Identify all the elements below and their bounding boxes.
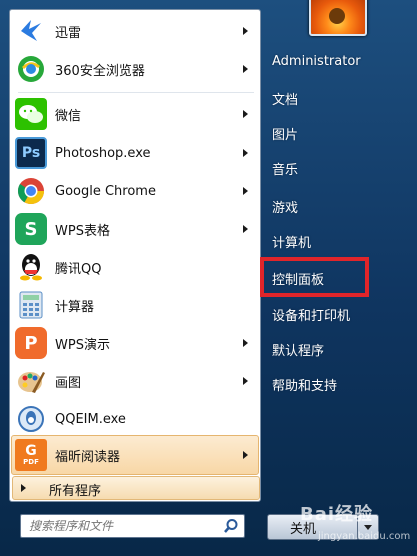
program-label: WPS演示: [55, 337, 110, 353]
submenu-arrow-icon[interactable]: [243, 65, 248, 73]
program-label: 微信: [55, 108, 82, 124]
program-item-wps-sheet[interactable]: S WPS表格: [12, 210, 258, 248]
watermark-logo: Bai经验: [300, 504, 374, 525]
submenu-arrow-icon[interactable]: [243, 110, 248, 118]
watermark-url: jingyan.baidu.com: [318, 531, 411, 542]
program-item-chrome[interactable]: Google Chrome: [12, 172, 258, 210]
all-programs-button[interactable]: 所有程序: [12, 476, 260, 500]
wechat-icon: [15, 98, 47, 130]
submenu-arrow-icon[interactable]: [243, 451, 248, 459]
search-icon[interactable]: [223, 518, 239, 534]
submenu-arrow-icon[interactable]: [243, 377, 248, 385]
program-item-qq[interactable]: 腾讯QQ: [12, 248, 258, 286]
link-documents[interactable]: 文档: [272, 89, 298, 108]
link-pictures[interactable]: 图片: [272, 124, 298, 143]
search-input[interactable]: [27, 517, 216, 535]
submenu-arrow-icon[interactable]: [243, 225, 248, 233]
program-item-360-browser[interactable]: 360安全浏览器: [12, 50, 258, 88]
program-label: Google Chrome: [55, 183, 156, 199]
360-browser-icon: [15, 53, 47, 85]
start-menu: 迅雷 360安全浏览器 微信 Ps Photoshop.exe Google C…: [0, 0, 417, 556]
program-item-photoshop[interactable]: Ps Photoshop.exe: [12, 134, 258, 172]
link-music[interactable]: 音乐: [272, 159, 298, 178]
photoshop-icon: Ps: [15, 137, 47, 169]
qq-icon: [15, 251, 47, 283]
program-label: 360安全浏览器: [55, 63, 145, 79]
divider: [18, 92, 254, 93]
qqeim-icon: [15, 403, 47, 435]
link-help-support[interactable]: 帮助和支持: [272, 375, 337, 394]
program-label: 画图: [55, 375, 82, 391]
program-item-foxit-reader[interactable]: G PDF 福昕阅读器: [11, 435, 259, 475]
search-box[interactable]: [20, 514, 245, 538]
program-item-wechat[interactable]: 微信: [12, 95, 258, 133]
programs-pane: 迅雷 360安全浏览器 微信 Ps Photoshop.exe Google C…: [9, 9, 261, 502]
paint-icon: [15, 365, 47, 397]
calculator-icon: [15, 289, 47, 321]
link-devices-printers[interactable]: 设备和打印机: [272, 305, 350, 324]
program-item-paint[interactable]: 画图: [12, 362, 258, 400]
wps-presentation-icon: P: [15, 327, 47, 359]
program-label: 迅雷: [55, 25, 82, 41]
program-label: 福昕阅读器: [55, 449, 121, 465]
program-label: 计算器: [55, 299, 95, 315]
link-games[interactable]: 游戏: [272, 197, 298, 216]
program-label: Photoshop.exe: [55, 145, 151, 161]
program-item-calculator[interactable]: 计算器: [12, 286, 258, 324]
link-default-programs[interactable]: 默认程序: [272, 340, 324, 359]
program-item-qqeim[interactable]: QQEIM.exe: [12, 400, 258, 438]
submenu-arrow-icon[interactable]: [243, 149, 248, 157]
all-programs-label: 所有程序: [49, 484, 102, 499]
submenu-arrow-icon[interactable]: [243, 187, 248, 195]
program-item-xunlei[interactable]: 迅雷: [12, 12, 258, 50]
icon-text: PDF: [23, 457, 39, 466]
user-name-link[interactable]: Administrator: [272, 54, 361, 69]
submenu-arrow-icon[interactable]: [243, 27, 248, 35]
foxit-reader-icon: G PDF: [15, 439, 47, 471]
user-avatar[interactable]: [309, 0, 367, 36]
wps-sheet-icon: S: [15, 213, 47, 245]
program-label: WPS表格: [55, 223, 110, 239]
program-label: 腾讯QQ: [55, 261, 102, 277]
link-computer[interactable]: 计算机: [272, 232, 311, 251]
xunlei-icon: [15, 15, 47, 47]
right-arrow-icon: [21, 484, 26, 492]
chrome-icon: [15, 175, 47, 207]
program-label: QQEIM.exe: [55, 411, 126, 427]
program-item-wps-presentation[interactable]: P WPS演示: [12, 324, 258, 362]
submenu-arrow-icon[interactable]: [243, 339, 248, 347]
red-highlight-box: [260, 257, 369, 297]
